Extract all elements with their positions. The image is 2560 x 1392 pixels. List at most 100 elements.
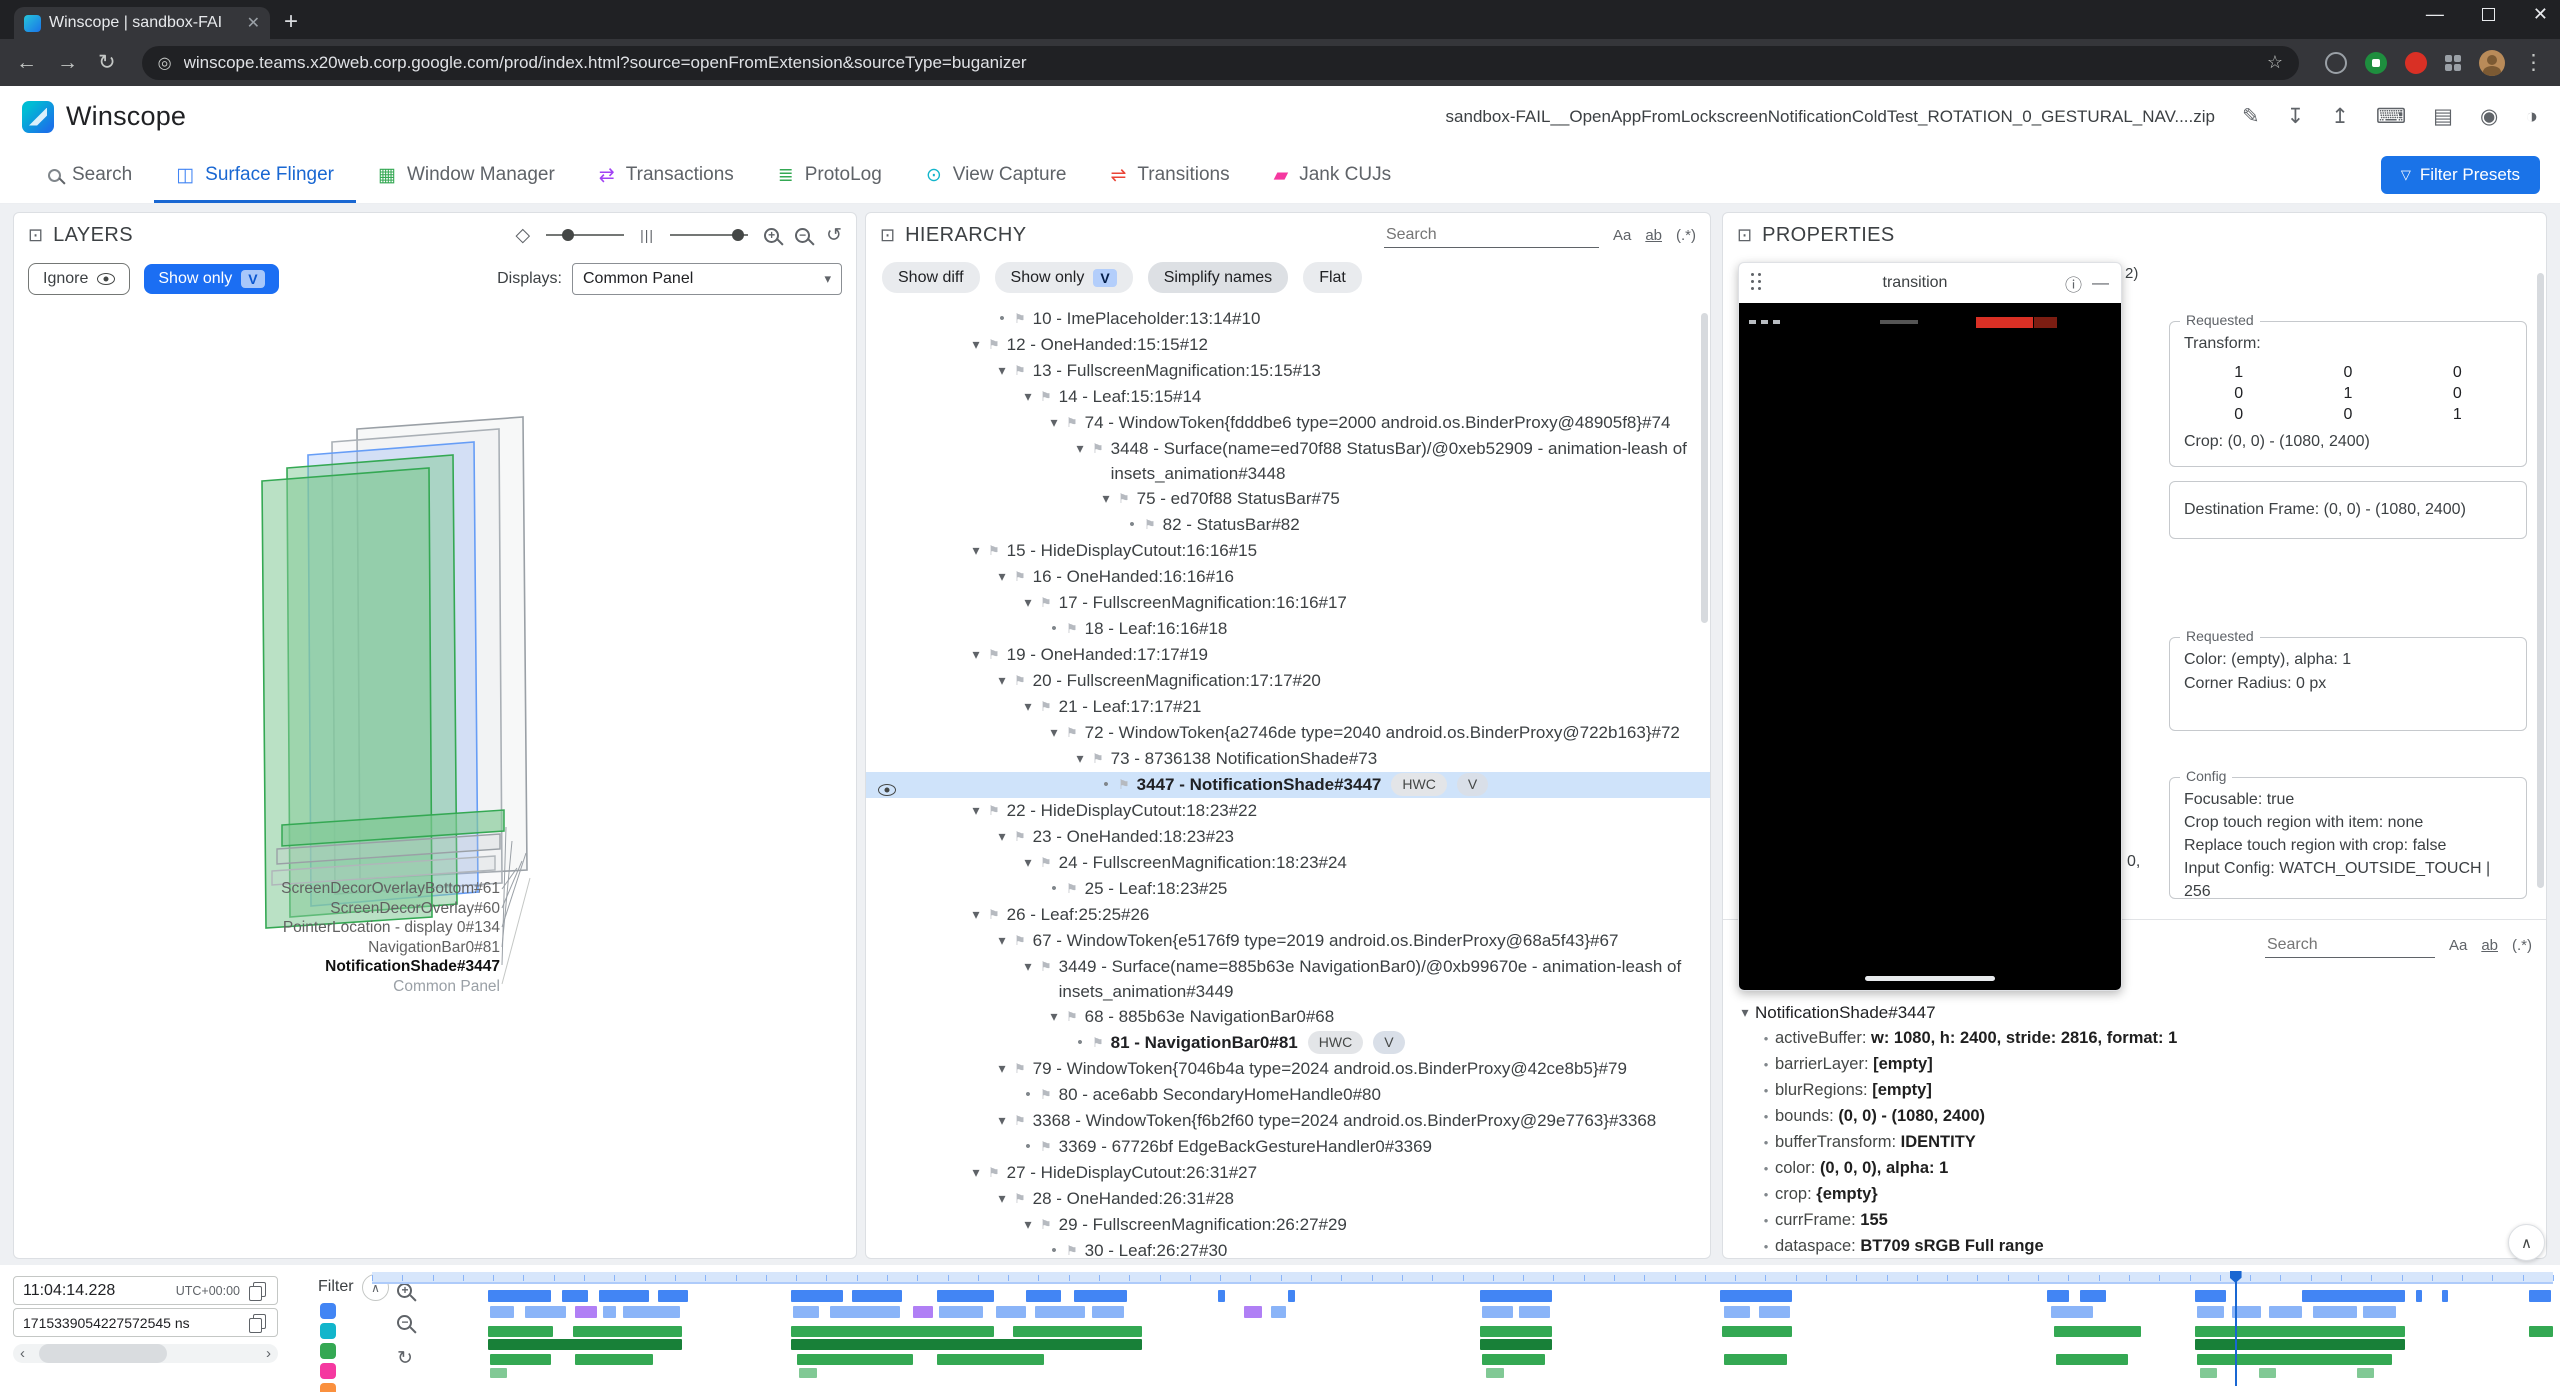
extensions-grid-icon[interactable] [2445, 55, 2461, 71]
panel-collapse-icon[interactable]: ⊡ [1737, 225, 1752, 246]
extension-icon-3[interactable] [2405, 52, 2427, 74]
hierarchy-node[interactable]: •⚑30 - Leaf:26:27#30 [866, 1238, 1710, 1259]
pin-icon[interactable]: ⚑ [1066, 1238, 1078, 1259]
expand-arrow-icon[interactable]: ▾ [992, 358, 1012, 383]
expand-arrow-icon[interactable]: ▾ [1018, 590, 1038, 615]
hierarchy-node[interactable]: ▾⚑29 - FullscreenMagnification:26:27#29 [866, 1212, 1710, 1238]
trace-segment[interactable] [2363, 1306, 2396, 1318]
trace-segment[interactable] [913, 1306, 933, 1318]
trace-segment[interactable] [2529, 1290, 2551, 1302]
bug-report-icon[interactable]: ◉ [2480, 104, 2498, 129]
trace-segment[interactable] [1035, 1306, 1085, 1318]
dark-mode-icon[interactable]: ◑ [2525, 105, 2538, 129]
pin-icon[interactable]: ⚑ [988, 798, 1000, 823]
trace-segment[interactable] [830, 1306, 900, 1318]
pin-icon[interactable]: ⚑ [988, 642, 1000, 667]
layer-label[interactable]: Common Panel [204, 977, 500, 997]
hierarchy-node[interactable]: •⚑80 - ace6abb SecondaryHomeHandle0#80 [866, 1082, 1710, 1108]
trace-segment[interactable] [2047, 1290, 2069, 1302]
copy-icon[interactable] [248, 1282, 268, 1300]
hierarchy-node[interactable]: •⚑18 - Leaf:16:16#18 [866, 616, 1710, 642]
hierarchy-scrollbar[interactable] [1701, 313, 1708, 623]
browser-menu-icon[interactable]: ⋮ [2523, 50, 2544, 75]
tab-protolog[interactable]: ≣ProtoLog [756, 147, 904, 203]
hierarchy-node[interactable]: ▾⚑67 - WindowToken{e5176f9 type=2019 and… [866, 928, 1710, 954]
trace-icon-transactions[interactable] [320, 1323, 336, 1339]
hierarchy-node[interactable]: ▾⚑26 - Leaf:25:25#26 [866, 902, 1710, 928]
site-settings-icon[interactable]: ◎ [158, 53, 172, 73]
trace-segment[interactable] [852, 1290, 902, 1302]
trace-segment[interactable] [791, 1326, 994, 1337]
match-word-icon[interactable]: ab [1645, 227, 1662, 244]
new-tab-button[interactable]: + [284, 8, 298, 36]
hierarchy-node[interactable]: ▾⚑15 - HideDisplayCutout:16:16#15 [866, 538, 1710, 564]
profile-avatar[interactable] [2479, 50, 2505, 76]
trace-segment[interactable] [2416, 1290, 2423, 1302]
download-icon[interactable]: ↧ [2287, 104, 2305, 129]
tab-search[interactable]: Search [26, 147, 154, 203]
panel-collapse-icon[interactable]: ⊡ [880, 225, 895, 246]
trace-segment[interactable] [2195, 1290, 2226, 1302]
ns-timestamp-box[interactable]: 1715339054227572545 ns [13, 1308, 278, 1337]
expand-arrow-icon[interactable]: ▾ [1735, 1004, 1755, 1021]
pin-icon[interactable]: ⚑ [1040, 384, 1052, 409]
match-word-icon[interactable]: ab [2481, 937, 2498, 954]
layer-label[interactable]: ScreenDecorOverlayBottom#61 [204, 879, 500, 899]
expand-arrow-icon[interactable]: ▾ [966, 538, 986, 563]
layer-label[interactable]: PointerLocation - display 0#134 [204, 918, 500, 938]
properties-root-node[interactable]: ▾ NotificationShade#3447 [1735, 999, 2534, 1026]
trace-segment[interactable] [490, 1306, 514, 1318]
pin-icon[interactable]: ⚑ [1040, 1212, 1052, 1237]
hierarchy-node[interactable]: ▾⚑74 - WindowToken{fdddbe6 type=2000 and… [866, 410, 1710, 436]
trace-segment[interactable] [1013, 1326, 1142, 1337]
scroll-right-icon[interactable]: › [266, 1344, 271, 1363]
timestamp-box[interactable]: 11:04:14.228 UTC+00:00 [13, 1276, 278, 1305]
trace-segment[interactable] [2269, 1306, 2302, 1318]
hierarchy-node[interactable]: •⚑3447 - NotificationShade#3447HWCV [866, 772, 1710, 798]
expand-arrow-icon[interactable]: ▾ [1070, 746, 1090, 771]
trace-segment[interactable] [1288, 1290, 1295, 1302]
regex-icon[interactable]: (.*) [2512, 937, 2532, 954]
expand-arrow-icon[interactable]: ▾ [992, 564, 1012, 589]
pin-icon[interactable]: ⚑ [1040, 850, 1052, 875]
expand-arrow-icon[interactable]: ▾ [1018, 384, 1038, 409]
trace-segment[interactable] [573, 1326, 682, 1337]
trace-segment[interactable] [1724, 1354, 1787, 1365]
hierarchy-node[interactable]: ▾⚑3448 - Surface(name=ed70f88 StatusBar)… [866, 436, 1710, 486]
expand-arrow-icon[interactable]: ▾ [992, 1186, 1012, 1211]
pin-icon[interactable]: ⚑ [988, 538, 1000, 563]
window-minimize-icon[interactable]: — [2426, 4, 2444, 25]
hierarchy-node[interactable]: ▾⚑72 - WindowToken{a2746de type=2040 and… [866, 720, 1710, 746]
expand-arrow-icon[interactable]: ▾ [992, 1108, 1012, 1133]
trace-segment[interactable] [525, 1306, 566, 1318]
property-row[interactable]: •blurRegions: [empty] [1735, 1078, 2534, 1104]
forward-icon[interactable]: → [57, 51, 78, 75]
info-icon[interactable]: ⓘ [2065, 271, 2082, 296]
hierarchy-node[interactable]: ▾⚑19 - OneHanded:17:17#19 [866, 642, 1710, 668]
hierarchy-node[interactable]: ▾⚑21 - Leaf:17:17#21 [866, 694, 1710, 720]
trace-segment[interactable] [996, 1306, 1027, 1318]
trace-segment[interactable] [488, 1326, 553, 1337]
trace-segment[interactable] [658, 1290, 689, 1302]
property-row[interactable]: •bufferTransform: IDENTITY [1735, 1130, 2534, 1156]
copy-icon[interactable] [248, 1314, 268, 1332]
trace-segment[interactable] [1026, 1290, 1061, 1302]
trace-icon-viewcapture[interactable] [320, 1383, 336, 1392]
pin-icon[interactable]: ⚑ [1040, 694, 1052, 719]
trace-segment[interactable] [1480, 1326, 1552, 1337]
trace-segment[interactable] [2054, 1326, 2141, 1337]
simplify-names-chip[interactable]: Simplify names [1148, 262, 1288, 293]
timeline-canvas[interactable] [372, 1272, 2553, 1386]
pin-icon[interactable]: ⚑ [1014, 1186, 1026, 1211]
expand-arrow-icon[interactable]: ▾ [1070, 436, 1090, 461]
hierarchy-node[interactable]: •⚑10 - ImePlaceholder:13:14#10 [866, 306, 1710, 332]
trace-segment[interactable] [2259, 1368, 2276, 1378]
trace-segment[interactable] [1759, 1306, 1790, 1318]
expand-arrow-icon[interactable]: ▾ [992, 928, 1012, 953]
trace-segment[interactable] [1480, 1290, 1552, 1302]
trace-segment[interactable] [1722, 1326, 1792, 1337]
hierarchy-node[interactable]: ▾⚑68 - 885b63e NavigationBar0#68 [866, 1004, 1710, 1030]
pin-icon[interactable]: ⚑ [1040, 1134, 1052, 1159]
hierarchy-node[interactable]: ▾⚑22 - HideDisplayCutout:18:23#22 [866, 798, 1710, 824]
trace-segment[interactable] [1271, 1306, 1286, 1318]
